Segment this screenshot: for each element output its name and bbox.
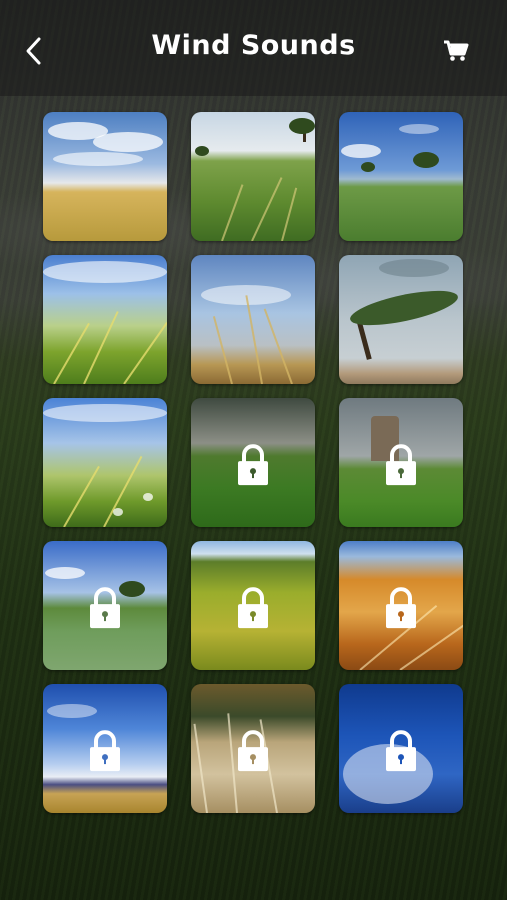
sound-tile-storm-field[interactable]	[191, 398, 315, 527]
lock-icon	[238, 443, 268, 485]
sound-tile-reeds[interactable]	[191, 684, 315, 813]
top-bar: Wind Sounds	[0, 0, 507, 96]
sound-tile-blue-sky-field[interactable]	[339, 112, 463, 241]
sound-tile-golden-grass[interactable]	[339, 541, 463, 670]
sound-tile-grass-daisies[interactable]	[43, 398, 167, 527]
lock-icon	[238, 729, 268, 771]
lock-icon	[90, 586, 120, 628]
sound-tile-mountain-field[interactable]	[43, 684, 167, 813]
page-title: Wind Sounds	[151, 30, 356, 61]
lock-icon	[386, 729, 416, 771]
shopping-cart-icon	[444, 40, 469, 61]
sound-tile-sky-field[interactable]	[43, 112, 167, 241]
cart-button[interactable]	[441, 38, 471, 64]
lock-icon	[386, 443, 416, 485]
sound-tile-windy-tree[interactable]	[339, 255, 463, 384]
sound-grid	[43, 112, 463, 813]
sound-tile-yellow-grass-hills[interactable]	[191, 541, 315, 670]
sound-tile-dandelion[interactable]	[339, 684, 463, 813]
sound-tile-tower-field[interactable]	[339, 398, 463, 527]
sound-tile-green-field-tree[interactable]	[191, 112, 315, 241]
sound-tile-grass-stalks-clouds[interactable]	[191, 255, 315, 384]
sound-tile-blue-meadow-tree[interactable]	[43, 541, 167, 670]
lock-icon	[238, 586, 268, 628]
lock-icon	[90, 729, 120, 771]
sound-tile-wheat-grass-sky[interactable]	[43, 255, 167, 384]
lock-icon	[386, 586, 416, 628]
